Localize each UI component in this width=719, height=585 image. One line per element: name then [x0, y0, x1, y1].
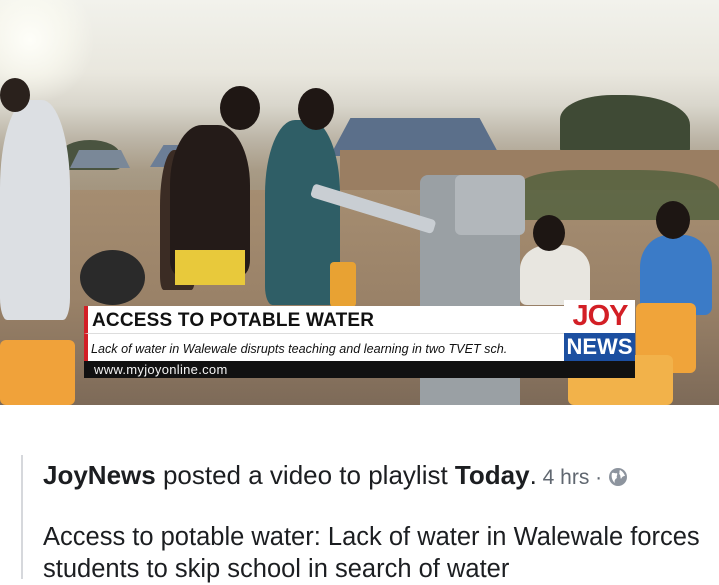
post-caption: JoyNews posted a video to playlist Today… — [21, 455, 719, 583]
lower-third-title-bar: ACCESS TO POTABLE WATER — [84, 306, 564, 333]
background-trees — [560, 95, 690, 155]
logo-news-text: NEWS — [564, 333, 635, 361]
person-head — [220, 86, 260, 130]
post-action-text: posted a video to playlist — [155, 460, 455, 490]
playlist-link[interactable]: Today — [455, 460, 530, 490]
person-shorts — [175, 250, 245, 285]
background-bush — [520, 170, 719, 220]
post-period: . — [529, 460, 537, 490]
lower-third-subtitle: Lack of water in Walewale disrupts teach… — [91, 342, 508, 356]
jerry-can — [0, 340, 75, 405]
jerry-can — [330, 262, 356, 307]
water-pump-head — [455, 175, 525, 235]
lower-third-subtitle-bar: Lack of water in Walewale disrupts teach… — [84, 333, 564, 364]
person-figure — [0, 100, 70, 320]
post-text: Access to potable water: Lack of water i… — [43, 523, 700, 583]
joynews-logo: JOY NEWS — [564, 300, 635, 361]
person-figure — [520, 245, 590, 305]
post-header: JoyNews posted a video to playlist Today… — [43, 460, 628, 491]
lower-third-title: ACCESS TO POTABLE WATER — [92, 310, 375, 331]
news-lower-third: ACCESS TO POTABLE WATER Lack of water in… — [84, 300, 635, 378]
person-figure — [265, 120, 340, 305]
logo-joy-text: JOY — [572, 300, 628, 332]
post-timestamp[interactable]: 4 hrs · — [537, 466, 608, 489]
person-head — [533, 215, 565, 251]
video-thumbnail[interactable]: ACCESS TO POTABLE WATER Lack of water in… — [0, 0, 719, 405]
background-roof — [70, 150, 130, 168]
post-author-link[interactable]: JoyNews — [43, 460, 156, 490]
lower-third-url: www.myjoyonline.com — [94, 362, 228, 377]
basin — [80, 250, 145, 305]
person-head — [298, 88, 334, 130]
globe-icon — [608, 463, 628, 486]
person-head — [656, 201, 690, 239]
person-head — [0, 78, 30, 112]
lower-third-url-bar: www.myjoyonline.com — [84, 361, 635, 378]
